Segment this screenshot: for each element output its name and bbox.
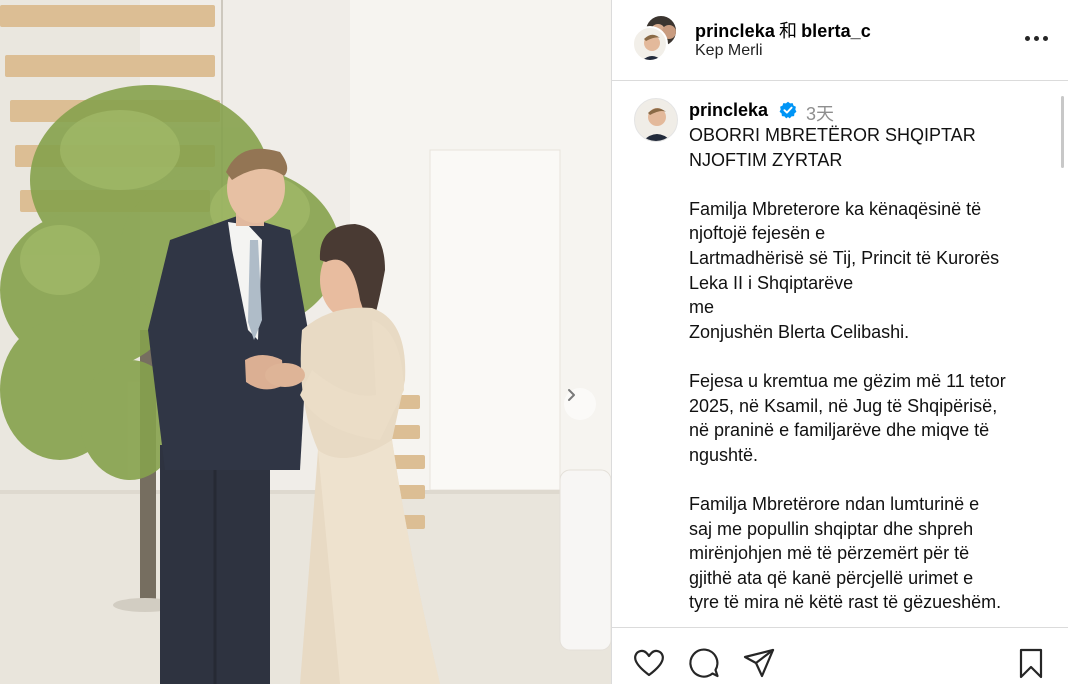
bookmark-icon	[1019, 648, 1043, 679]
engagement-photo-illustration	[0, 0, 611, 684]
collab-avatars[interactable]	[632, 14, 682, 62]
post-header: princleka 和 blerta_c Kep Merli	[612, 0, 1068, 81]
share-button[interactable]	[742, 646, 776, 680]
more-options-icon	[1042, 35, 1048, 41]
comment-icon	[689, 648, 719, 678]
save-button[interactable]	[1014, 646, 1048, 680]
action-bar	[612, 628, 1068, 684]
more-options-icon	[1033, 35, 1039, 41]
caption-username[interactable]: princleka	[689, 100, 768, 121]
caption-paragraph: Fejesa u kremtua me gëzim më 11 tetor 20…	[689, 370, 1006, 465]
collaborator-username[interactable]: blerta_c	[801, 21, 871, 41]
caption-paragraph: Familja Mbretërore ndan lumturinë e saj …	[689, 493, 1002, 613]
next-photo-button[interactable]	[564, 388, 596, 420]
post-location[interactable]: Kep Merli	[695, 42, 763, 60]
post-authors: princleka 和 blerta_c	[695, 17, 871, 43]
post-photo[interactable]	[0, 0, 611, 684]
avatar[interactable]	[634, 98, 678, 142]
caption-paragraph: OBORRI MBRETËROR SHQIPTAR NJOFTIM ZYRTAR	[689, 125, 976, 170]
chevron-right-icon	[568, 389, 575, 401]
caption-panel[interactable]: princleka 3天 OBORRI MBRETËROR SHQIPTAR N…	[612, 82, 1068, 627]
caption-text: OBORRI MBRETËROR SHQIPTAR NJOFTIM ZYRTAR…	[689, 123, 1059, 615]
like-button[interactable]	[632, 646, 666, 680]
caption-scrollbar[interactable]	[1061, 96, 1064, 168]
owner-username[interactable]: princleka	[695, 21, 775, 41]
profile-photo-icon	[643, 108, 671, 141]
avatar[interactable]	[632, 26, 668, 62]
verified-badge-icon	[779, 101, 797, 119]
comment-button[interactable]	[687, 646, 721, 680]
more-options-button[interactable]	[1018, 28, 1054, 48]
share-icon	[743, 648, 775, 678]
heart-icon	[634, 649, 664, 677]
more-options-icon	[1024, 35, 1030, 41]
collab-connector: 和	[778, 21, 798, 41]
caption-paragraph: Familja Mbreterore ka kënaqësinë të njof…	[689, 198, 1000, 342]
profile-photo-icon	[642, 34, 662, 60]
